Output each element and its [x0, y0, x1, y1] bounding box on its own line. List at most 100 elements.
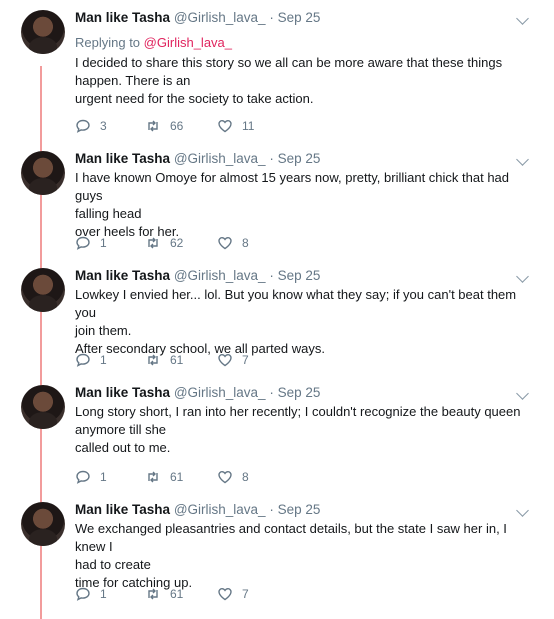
- retweet-count: 61: [170, 470, 184, 484]
- like-button[interactable]: 7: [217, 352, 249, 368]
- chevron-down-icon[interactable]: [516, 387, 529, 400]
- display-name[interactable]: Man like Tasha: [75, 268, 170, 283]
- like-count: 11: [242, 119, 255, 133]
- tweet-text-line: anymore till she: [75, 422, 167, 437]
- tweet-date[interactable]: Sep 25: [278, 151, 321, 166]
- tweet-text-line: falling head: [75, 206, 142, 221]
- like-button[interactable]: 8: [217, 469, 249, 485]
- tweet-header: Man like Tasha @Girlish_lava_ · Sep 25: [75, 385, 320, 400]
- tweet-text-line: happen. There is an: [75, 73, 191, 88]
- like-count: 7: [242, 353, 249, 367]
- like-count: 8: [242, 236, 249, 250]
- reply-icon: [76, 470, 90, 484]
- retweet-icon: [148, 354, 158, 366]
- like-button[interactable]: 11: [217, 118, 254, 134]
- display-name[interactable]: Man like Tasha: [75, 151, 170, 166]
- tweet-text: Long story short, I ran into her recentl…: [75, 403, 540, 457]
- tweet-date[interactable]: Sep 25: [278, 385, 321, 400]
- tweet-date[interactable]: Sep 25: [278, 10, 321, 25]
- reply-count: 1: [100, 353, 107, 367]
- chevron-down-icon[interactable]: [516, 12, 529, 25]
- like-count: 7: [242, 587, 249, 601]
- like-count: 8: [242, 470, 249, 484]
- tweet-header: Man like Tasha @Girlish_lava_ · Sep 25: [75, 10, 320, 25]
- user-handle[interactable]: @Girlish_lava_: [174, 502, 266, 517]
- heart-icon: [218, 236, 232, 250]
- reply-button[interactable]: 1: [75, 352, 107, 368]
- tweet-date[interactable]: Sep 25: [278, 268, 321, 283]
- tweet-text-line: I have known Omoye for almost 15 years n…: [75, 170, 510, 203]
- retweet-button[interactable]: 61: [145, 352, 183, 368]
- separator-dot: ·: [269, 268, 274, 283]
- avatar[interactable]: [21, 385, 65, 429]
- tweet-text: I decided to share this story so we all …: [75, 54, 540, 108]
- retweet-icon: [148, 237, 158, 249]
- avatar[interactable]: [21, 268, 65, 312]
- user-handle[interactable]: @Girlish_lava_: [174, 10, 266, 25]
- avatar[interactable]: [21, 10, 65, 54]
- reply-icon: [76, 587, 90, 601]
- tweet-text-line: urgent need for the society to take acti…: [75, 91, 314, 106]
- retweet-count: 61: [170, 587, 184, 601]
- chevron-down-icon[interactable]: [516, 504, 529, 517]
- reply-count: 1: [100, 587, 107, 601]
- reply-button[interactable]: 1: [75, 235, 107, 251]
- tweet-text-line: Lowkey I envied her... lol. But you know…: [75, 287, 517, 320]
- reply-icon: [76, 119, 90, 133]
- tweet-date[interactable]: Sep 25: [278, 502, 321, 517]
- tweet-header: Man like Tasha @Girlish_lava_ · Sep 25: [75, 502, 320, 517]
- like-button[interactable]: 8: [217, 235, 249, 251]
- reply-button[interactable]: 1: [75, 586, 107, 602]
- avatar[interactable]: [21, 502, 65, 546]
- separator-dot: ·: [269, 502, 274, 517]
- retweet-count: 62: [170, 236, 184, 250]
- replying-to-link[interactable]: @Girlish_lava_: [144, 35, 232, 50]
- heart-icon: [218, 470, 232, 484]
- tweet-header: Man like Tasha @Girlish_lava_ · Sep 25: [75, 151, 320, 166]
- retweet-count: 61: [170, 353, 184, 367]
- reply-count: 1: [100, 470, 107, 484]
- tweet-text-line: join them.: [75, 323, 132, 338]
- display-name[interactable]: Man like Tasha: [75, 502, 170, 517]
- retweet-icon: [148, 120, 158, 132]
- tweet-text: Lowkey I envied her... lol. But you know…: [75, 286, 540, 358]
- retweet-button[interactable]: 62: [145, 235, 183, 251]
- separator-dot: ·: [269, 385, 274, 400]
- display-name[interactable]: Man like Tasha: [75, 385, 170, 400]
- user-handle[interactable]: @Girlish_lava_: [174, 151, 266, 166]
- replying-to: Replying to @Girlish_lava_: [75, 35, 232, 50]
- heart-icon: [218, 119, 232, 133]
- tweet-text: I have known Omoye for almost 15 years n…: [75, 169, 540, 241]
- retweet-button[interactable]: 61: [145, 586, 183, 602]
- separator-dot: ·: [269, 10, 274, 25]
- reply-count: 1: [100, 236, 107, 250]
- tweet-text-line: I decided to share this story so we all …: [75, 55, 503, 70]
- reply-button[interactable]: 1: [75, 469, 107, 485]
- reply-count: 3: [100, 119, 107, 133]
- retweet-icon: [148, 588, 158, 600]
- tweet-text: We exchanged pleasantries and contact de…: [75, 520, 540, 592]
- like-button[interactable]: 7: [217, 586, 249, 602]
- user-handle[interactable]: @Girlish_lava_: [174, 385, 266, 400]
- heart-icon: [218, 353, 232, 367]
- separator-dot: ·: [269, 151, 274, 166]
- replying-label: Replying to: [75, 35, 141, 50]
- user-handle[interactable]: @Girlish_lava_: [174, 268, 266, 283]
- chevron-down-icon[interactable]: [516, 270, 529, 283]
- tweet-text-line: called out to me.: [75, 440, 171, 455]
- reply-icon: [76, 353, 90, 367]
- chevron-down-icon[interactable]: [516, 153, 529, 166]
- retweet-count: 66: [170, 119, 184, 133]
- retweet-button[interactable]: 66: [145, 118, 183, 134]
- avatar[interactable]: [21, 151, 65, 195]
- heart-icon: [218, 587, 232, 601]
- reply-button[interactable]: 3: [75, 118, 107, 134]
- tweet-text-line: We exchanged pleasantries and contact de…: [75, 521, 507, 554]
- retweet-icon: [148, 471, 158, 483]
- tweet-text-line: had to create: [75, 557, 151, 572]
- tweet-text-line: Long story short, I ran into her recentl…: [75, 404, 521, 419]
- tweet-header: Man like Tasha @Girlish_lava_ · Sep 25: [75, 268, 320, 283]
- reply-icon: [76, 236, 90, 250]
- retweet-button[interactable]: 61: [145, 469, 183, 485]
- display-name[interactable]: Man like Tasha: [75, 10, 170, 25]
